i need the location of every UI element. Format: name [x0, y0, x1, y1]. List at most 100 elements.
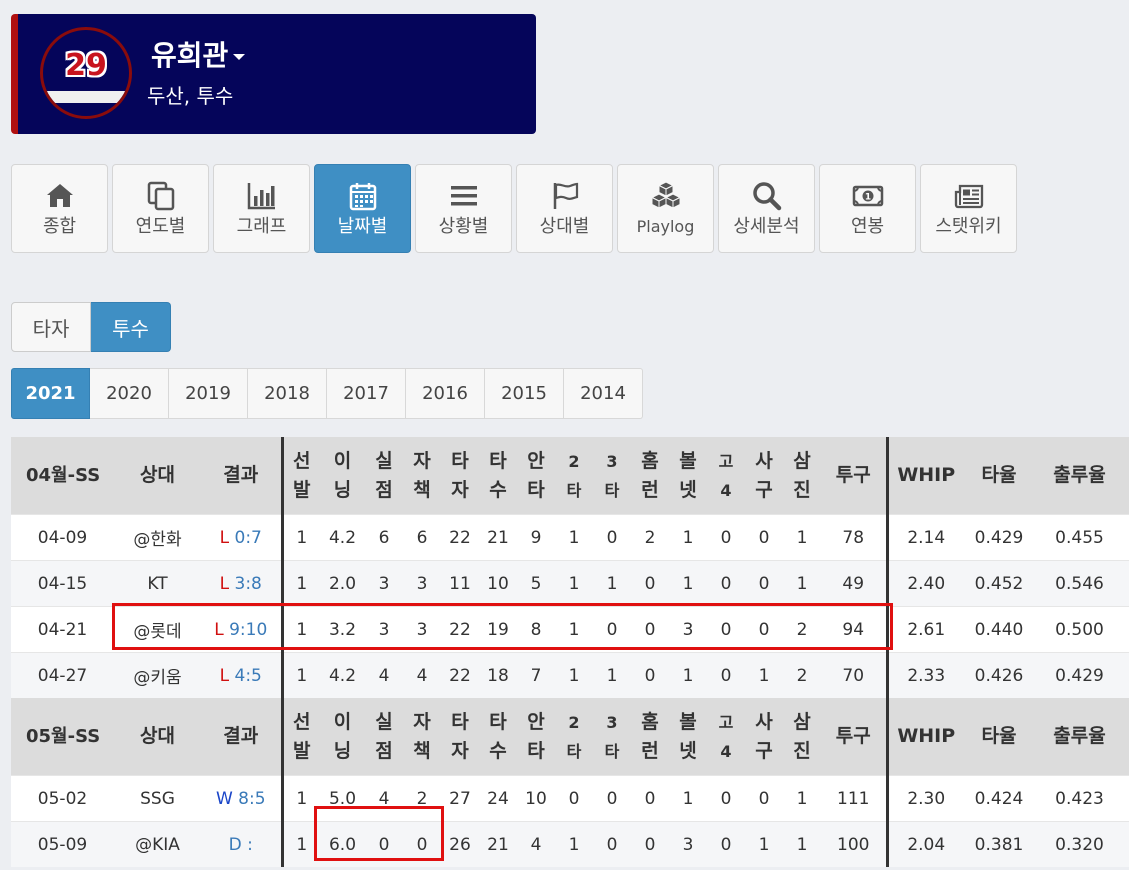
opponent: @한화	[114, 514, 201, 561]
table-row[interactable]: 04-15 KT L 3:8 1 2.0 3 3 11 10 5 1 1 0 1 0 0 1 49 2.40 0.45…	[11, 560, 1129, 607]
column-header: WHIP	[885, 437, 964, 515]
tab-by-situation[interactable]: 상황별	[415, 164, 512, 253]
result-score-link[interactable]: :	[247, 835, 253, 855]
tab-graph[interactable]: 그래프	[213, 164, 310, 253]
row-spacer	[1125, 606, 1129, 653]
result-score-link[interactable]: 9:10	[229, 620, 267, 640]
result-code: L	[214, 619, 224, 640]
column-header: 안 타	[517, 698, 555, 776]
month-header: 05월-SS	[11, 698, 114, 776]
month-header: 04월-SS	[11, 437, 114, 515]
stat-cell: 5	[517, 560, 555, 607]
stat-cell: 0	[745, 606, 783, 653]
stat-cell: 2.40	[885, 560, 964, 607]
tab-label: 스탯위키	[935, 215, 1002, 237]
stat-cell: 0	[707, 606, 745, 653]
player-name-dropdown[interactable]: 유희관	[151, 34, 246, 74]
stat-cell: 3	[669, 606, 707, 653]
stat-cell: 21	[479, 514, 517, 561]
stat-cell: 6.0	[320, 821, 365, 867]
stat-cell: 1	[280, 514, 320, 561]
tab-label: 종합	[42, 215, 77, 237]
tab-label: Playlog	[636, 216, 695, 236]
tab-by-year[interactable]: 연도별	[112, 164, 209, 253]
row-spacer	[1125, 560, 1129, 607]
stat-cell: 0.429	[1034, 652, 1125, 698]
column-header: 2 타	[555, 698, 593, 776]
table-row[interactable]: 04-27 @키움 L 4:5 1 4.2 4 4 22 18 7 1 1 0 1 0 1 2 70 2.33 0.4…	[11, 652, 1129, 698]
table-row[interactable]: 04-21 @롯데 L 9:10 1 3.2 3 3 22 19 8 1 0 0 3 0 0 2 94 2.61 0.…	[11, 606, 1129, 653]
tab-salary[interactable]: 1 연봉	[819, 164, 916, 253]
stat-cell: 78	[821, 514, 887, 561]
game-date: 05-09	[11, 821, 114, 867]
year-tab[interactable]: 2017	[327, 368, 406, 419]
stat-cell: 0.500	[1034, 606, 1125, 653]
stat-cell: 0	[631, 606, 669, 653]
year-tab[interactable]: 2021	[11, 368, 90, 419]
year-tab[interactable]: 2019	[169, 368, 248, 419]
stat-cell: 0	[707, 560, 745, 607]
year-tab[interactable]: 2015	[485, 368, 564, 419]
player-header: 29 유희관 두산, 투수	[11, 14, 536, 134]
table-header-row: 04월-SS 상대 결과 선 발이 닝실 점자 책타 자타 수안 타2 타3 타홈 런…	[11, 437, 1129, 515]
bar-chart-icon	[247, 182, 275, 209]
stat-cell: 1	[783, 775, 821, 822]
stat-cell: 0.320	[1034, 821, 1125, 867]
column-header: WHIP	[885, 698, 964, 776]
tab-by-opponent[interactable]: 상대별	[516, 164, 613, 253]
money-icon: 1	[852, 185, 883, 206]
result-score-link[interactable]: 0:7	[235, 528, 262, 548]
year-tab[interactable]: 2020	[90, 368, 169, 419]
stat-cell: 0	[365, 821, 403, 867]
search-icon	[752, 181, 781, 210]
tab-stat-wiki[interactable]: 스탯위키	[920, 164, 1017, 253]
column-header: 자 책	[403, 437, 441, 515]
stat-cell: 26	[441, 821, 479, 867]
stat-cell: 7	[517, 652, 555, 698]
stat-cell: 4	[403, 652, 441, 698]
svg-text:1: 1	[864, 192, 870, 202]
batter-button[interactable]: 타자	[11, 302, 91, 352]
table-body: 04월-SS 상대 결과 선 발이 닝실 점자 책타 자타 수안 타2 타3 타홈 런…	[11, 437, 1129, 867]
year-tabs: 2021 2020 2019 2018 2017 2016 2015 2014	[11, 368, 643, 419]
tab-playlog[interactable]: Playlog	[617, 164, 714, 253]
game-date: 04-09	[11, 514, 114, 561]
stat-cell: 0.423	[1034, 775, 1125, 822]
stat-cell: 3.2	[320, 606, 365, 653]
row-spacer	[1125, 652, 1129, 698]
column-header-spacer	[1125, 698, 1129, 776]
stat-cell: 1	[280, 652, 320, 698]
result-score-link[interactable]: 8:5	[238, 789, 265, 809]
table-row[interactable]: 05-02 SSG W 8:5 1 5.0 4 2 27 24 10 0 0 0 1 0 0 1 111 2.30 0…	[11, 775, 1129, 822]
stat-cell: 0	[555, 775, 593, 822]
stat-cell: 0.429	[964, 514, 1034, 561]
player-number-badge: 29	[40, 27, 132, 119]
stat-cell: 22	[441, 606, 479, 653]
stat-cell: 4.2	[320, 652, 365, 698]
stat-cell: 3	[403, 606, 441, 653]
tab-summary[interactable]: 종합	[11, 164, 108, 253]
tab-by-date[interactable]: 날짜별	[314, 164, 411, 253]
stat-cell: 2	[783, 652, 821, 698]
stat-cell: 2	[631, 514, 669, 561]
tab-detail-analysis[interactable]: 상세분석	[718, 164, 815, 253]
stat-cell: 2	[783, 606, 821, 653]
stat-cell: 0.440	[964, 606, 1034, 653]
stat-cell: 18	[479, 652, 517, 698]
year-tab[interactable]: 2018	[248, 368, 327, 419]
table-row[interactable]: 05-09 @KIA D :1 6.0 0 0 26 21 4 1 0 0 3 0 1 1 100 2.04 0.3…	[11, 821, 1129, 867]
stat-cell: 0	[745, 775, 783, 822]
year-tab[interactable]: 2016	[406, 368, 485, 419]
table-row[interactable]: 04-09 @한화 L 0:7 1 4.2 6 6 22 21 9 1 0 2 1 0 0 1 78 2.14 0.4…	[11, 514, 1129, 561]
pitcher-button[interactable]: 투수	[91, 302, 171, 352]
player-name: 유희관	[151, 39, 229, 72]
stat-cell: 22	[441, 514, 479, 561]
stat-cell: 24	[479, 775, 517, 822]
stat-cell: 1	[280, 775, 320, 822]
result-score-link[interactable]: 3:8	[235, 574, 262, 594]
column-header: 고 4	[707, 698, 745, 776]
game-date: 04-21	[11, 606, 114, 653]
result-score-link[interactable]: 4:5	[235, 666, 262, 686]
year-tab[interactable]: 2014	[564, 368, 643, 419]
stat-cell: 4	[365, 775, 403, 822]
